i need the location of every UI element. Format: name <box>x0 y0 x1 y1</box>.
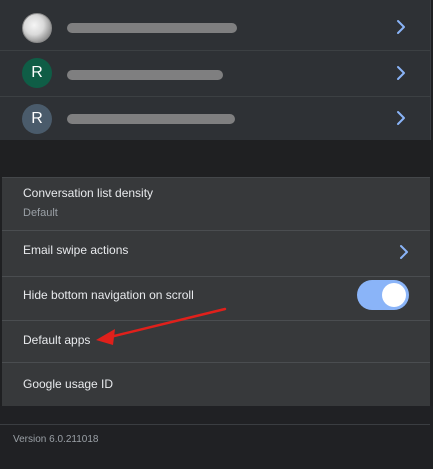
chevron-right-icon[interactable] <box>394 18 408 36</box>
account-row[interactable]: R <box>0 50 430 97</box>
swipe-actions-label: Email swipe actions <box>23 243 129 257</box>
avatar-letter: R <box>31 110 43 127</box>
account-avatar: R <box>22 104 52 134</box>
default-apps-setting[interactable]: Default apps <box>2 321 430 363</box>
hide-nav-label: Hide bottom navigation on scroll <box>23 288 194 302</box>
redacted-email <box>67 23 237 33</box>
default-apps-label: Default apps <box>23 333 91 347</box>
usage-id-label: Google usage ID <box>23 377 114 391</box>
redacted-email <box>67 114 235 124</box>
section-gap <box>0 140 433 177</box>
usage-id-setting[interactable]: Google usage ID <box>2 363 430 406</box>
density-value: Default <box>23 207 58 219</box>
chevron-right-icon[interactable] <box>397 243 411 261</box>
settings-list: Conversation list density Default Email … <box>2 177 430 407</box>
settings-screen: R R Conversation list density Default Em… <box>0 0 433 469</box>
hide-nav-toggle[interactable] <box>357 280 409 310</box>
density-setting[interactable]: Conversation list density Default <box>2 178 430 231</box>
chevron-right-icon[interactable] <box>394 109 408 127</box>
account-list: R R <box>0 0 431 143</box>
account-row[interactable]: R <box>0 96 430 143</box>
account-row[interactable] <box>0 4 430 51</box>
version-text: Version 6.0.211018 <box>13 434 99 445</box>
toggle-knob <box>382 283 406 307</box>
avatar-letter: R <box>31 64 43 81</box>
redacted-email <box>67 70 223 80</box>
footer-divider <box>0 424 430 425</box>
density-label: Conversation list density <box>23 186 154 200</box>
account-avatar: R <box>22 58 52 88</box>
swipe-actions-setting[interactable]: Email swipe actions <box>2 231 430 277</box>
account-avatar <box>22 13 52 43</box>
chevron-right-icon[interactable] <box>394 64 408 82</box>
